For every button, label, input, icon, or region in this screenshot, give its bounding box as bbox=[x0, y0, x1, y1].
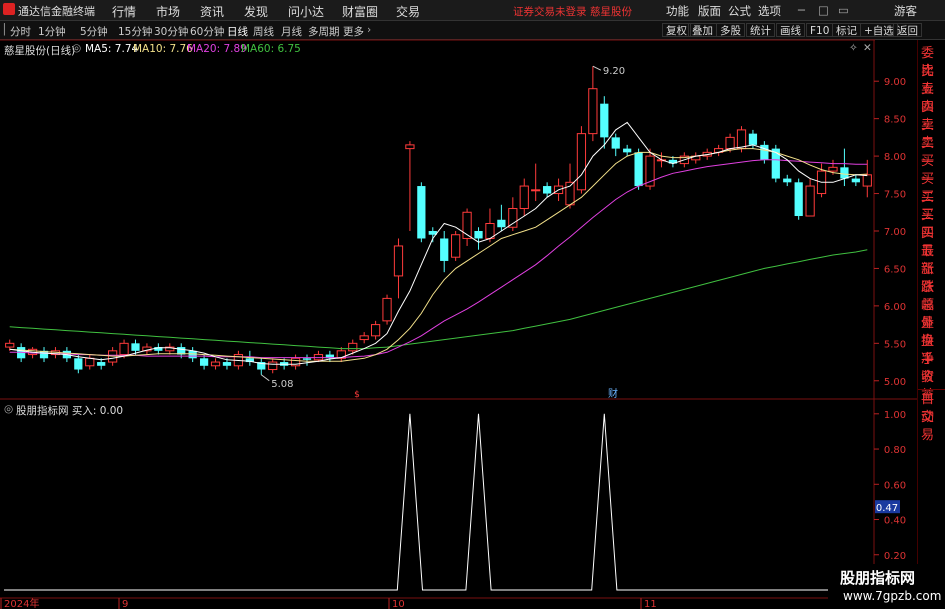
low-marker-line bbox=[260, 374, 270, 382]
price-tick-label: 6.50 bbox=[884, 264, 906, 275]
price-tick-label: 5.00 bbox=[884, 377, 906, 388]
date-label: 2024年 bbox=[4, 597, 39, 609]
candle-body bbox=[783, 178, 792, 183]
price-tick-label: 6.00 bbox=[884, 302, 906, 313]
candle-body bbox=[725, 136, 735, 150]
price-tick-label: 7.00 bbox=[884, 227, 906, 238]
sidebar-item-20[interactable]: 交易 bbox=[921, 409, 945, 445]
date-label: 9 bbox=[122, 599, 128, 609]
candle-body bbox=[382, 297, 392, 322]
price-tick-label: 7.50 bbox=[884, 190, 906, 201]
candle-body bbox=[199, 358, 209, 366]
price-tick-label: 9.00 bbox=[884, 77, 906, 88]
candle-body bbox=[393, 245, 404, 277]
candle-body bbox=[543, 186, 552, 194]
candle-body bbox=[188, 350, 197, 359]
low-price-label: 5.08 bbox=[271, 379, 293, 390]
ma60-line bbox=[9, 249, 868, 350]
candle-body bbox=[588, 88, 598, 135]
candle-body bbox=[508, 208, 518, 228]
candle-body bbox=[851, 178, 860, 183]
candle-body bbox=[611, 137, 620, 149]
buy-signal-line bbox=[4, 413, 873, 591]
candle-body bbox=[634, 152, 643, 187]
candle-body bbox=[805, 185, 815, 217]
candle-body bbox=[74, 358, 83, 370]
candle-body bbox=[840, 167, 849, 179]
indicator-tick-label: 1.00 bbox=[884, 410, 906, 421]
current-value-label: 0.47 bbox=[876, 503, 898, 514]
indicator-tick-label: 0.20 bbox=[884, 551, 906, 562]
sidebar-divider bbox=[918, 389, 945, 390]
candle-body bbox=[440, 238, 449, 261]
candle-body bbox=[348, 342, 358, 352]
price-tick-label: 8.00 bbox=[884, 152, 906, 163]
candle-body bbox=[222, 362, 232, 366]
high-marker-line bbox=[592, 65, 602, 71]
price-tick-label: 5.50 bbox=[884, 339, 906, 350]
candle-body bbox=[828, 166, 838, 172]
indicator-tick-label: 0.40 bbox=[884, 516, 906, 527]
candle-body bbox=[794, 182, 803, 217]
price-tick-label: 8.50 bbox=[884, 115, 906, 126]
candle-body bbox=[519, 185, 529, 210]
candle-body bbox=[302, 358, 312, 360]
candle-body bbox=[97, 362, 106, 366]
watermark-title: 股朋指标网 bbox=[840, 569, 916, 587]
candle-body bbox=[748, 133, 758, 145]
candle-body bbox=[862, 174, 872, 187]
candle-body bbox=[451, 234, 461, 258]
high-price-label: 9.20 bbox=[603, 66, 625, 77]
candle-body bbox=[268, 361, 278, 371]
indicator-tick-label: 0.60 bbox=[884, 480, 906, 491]
candle-body bbox=[85, 357, 95, 367]
candle-body bbox=[5, 342, 15, 348]
candle-body bbox=[531, 189, 541, 192]
ma10-line bbox=[9, 148, 868, 362]
date-label: 11 bbox=[644, 599, 657, 609]
candle-body bbox=[474, 230, 483, 239]
candle-body bbox=[600, 103, 609, 138]
ma20-line bbox=[9, 159, 868, 359]
candle-body bbox=[623, 148, 632, 153]
candle-body bbox=[131, 343, 140, 351]
candle-body bbox=[497, 219, 506, 228]
indicator-tick-label: 0.80 bbox=[884, 445, 906, 456]
candle-body bbox=[119, 342, 129, 356]
candle-body bbox=[736, 129, 747, 150]
date-label: 10 bbox=[392, 599, 405, 609]
candle-body bbox=[210, 361, 221, 367]
watermark-url: www.7gpzb.com bbox=[843, 589, 942, 603]
finance-marker: 财 bbox=[608, 387, 618, 400]
candle-body bbox=[417, 186, 426, 239]
candle-body bbox=[370, 324, 381, 337]
dividend-marker: $ bbox=[354, 390, 360, 400]
candle-body bbox=[359, 335, 369, 341]
kline-chart[interactable]: 9.00 8.50 8.00 7.50 7.00 6.50 6.00 5.50 5.00 9.20… bbox=[0, 0, 945, 609]
candle-body bbox=[576, 133, 587, 191]
candle-body bbox=[405, 144, 415, 150]
quote-sidebar: 委比 卖五 卖四 卖三 卖二 卖一 买一 买二 买三 买四 买五 最新 涨跌 涨幅 总量 外盘 换手 净资 收益 自动… bbox=[917, 40, 945, 609]
ma5-line bbox=[9, 121, 868, 365]
candle-body bbox=[760, 144, 769, 160]
